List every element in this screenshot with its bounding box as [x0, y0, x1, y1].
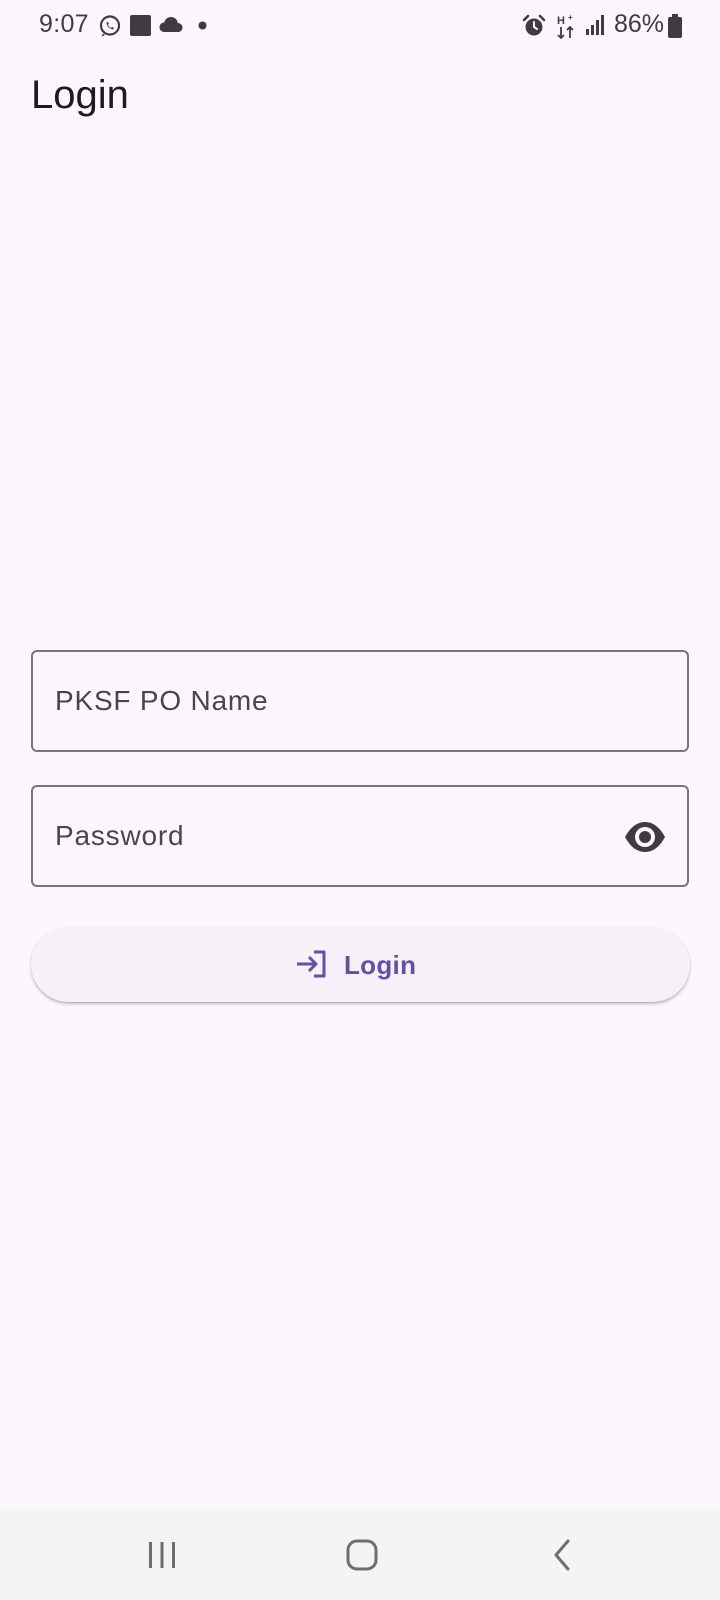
signal-icon	[586, 15, 604, 35]
eye-icon[interactable]	[623, 817, 667, 857]
recent-apps-icon[interactable]	[132, 1531, 192, 1579]
page-title: Login	[31, 73, 129, 117]
status-bar: 9:07 H + 86%	[0, 0, 720, 52]
password-label: Password	[55, 820, 185, 851]
alarm-icon	[522, 14, 546, 36]
battery-percent: 86%	[614, 10, 665, 38]
svg-text:+: +	[568, 13, 573, 22]
navigation-bar	[0, 1509, 720, 1600]
cloud-icon	[159, 17, 183, 32]
battery-icon	[668, 14, 682, 38]
back-icon[interactable]	[532, 1531, 592, 1579]
po-name-field[interactable]: PKSF PO Name	[31, 650, 689, 752]
square-notification-icon	[130, 15, 151, 36]
login-arrow-icon	[297, 950, 326, 978]
whatsapp-icon	[99, 15, 121, 37]
data-transfer-icon: H +	[557, 13, 574, 39]
status-time: 9:07	[39, 10, 89, 38]
po-name-label: PKSF PO Name	[55, 685, 269, 716]
dot-icon	[198, 21, 207, 30]
password-field[interactable]: Password	[31, 785, 689, 887]
home-icon[interactable]	[332, 1531, 392, 1579]
svg-text:H: H	[557, 15, 565, 27]
login-button-label: Login	[344, 950, 417, 980]
login-button[interactable]: Login	[31, 927, 690, 1002]
